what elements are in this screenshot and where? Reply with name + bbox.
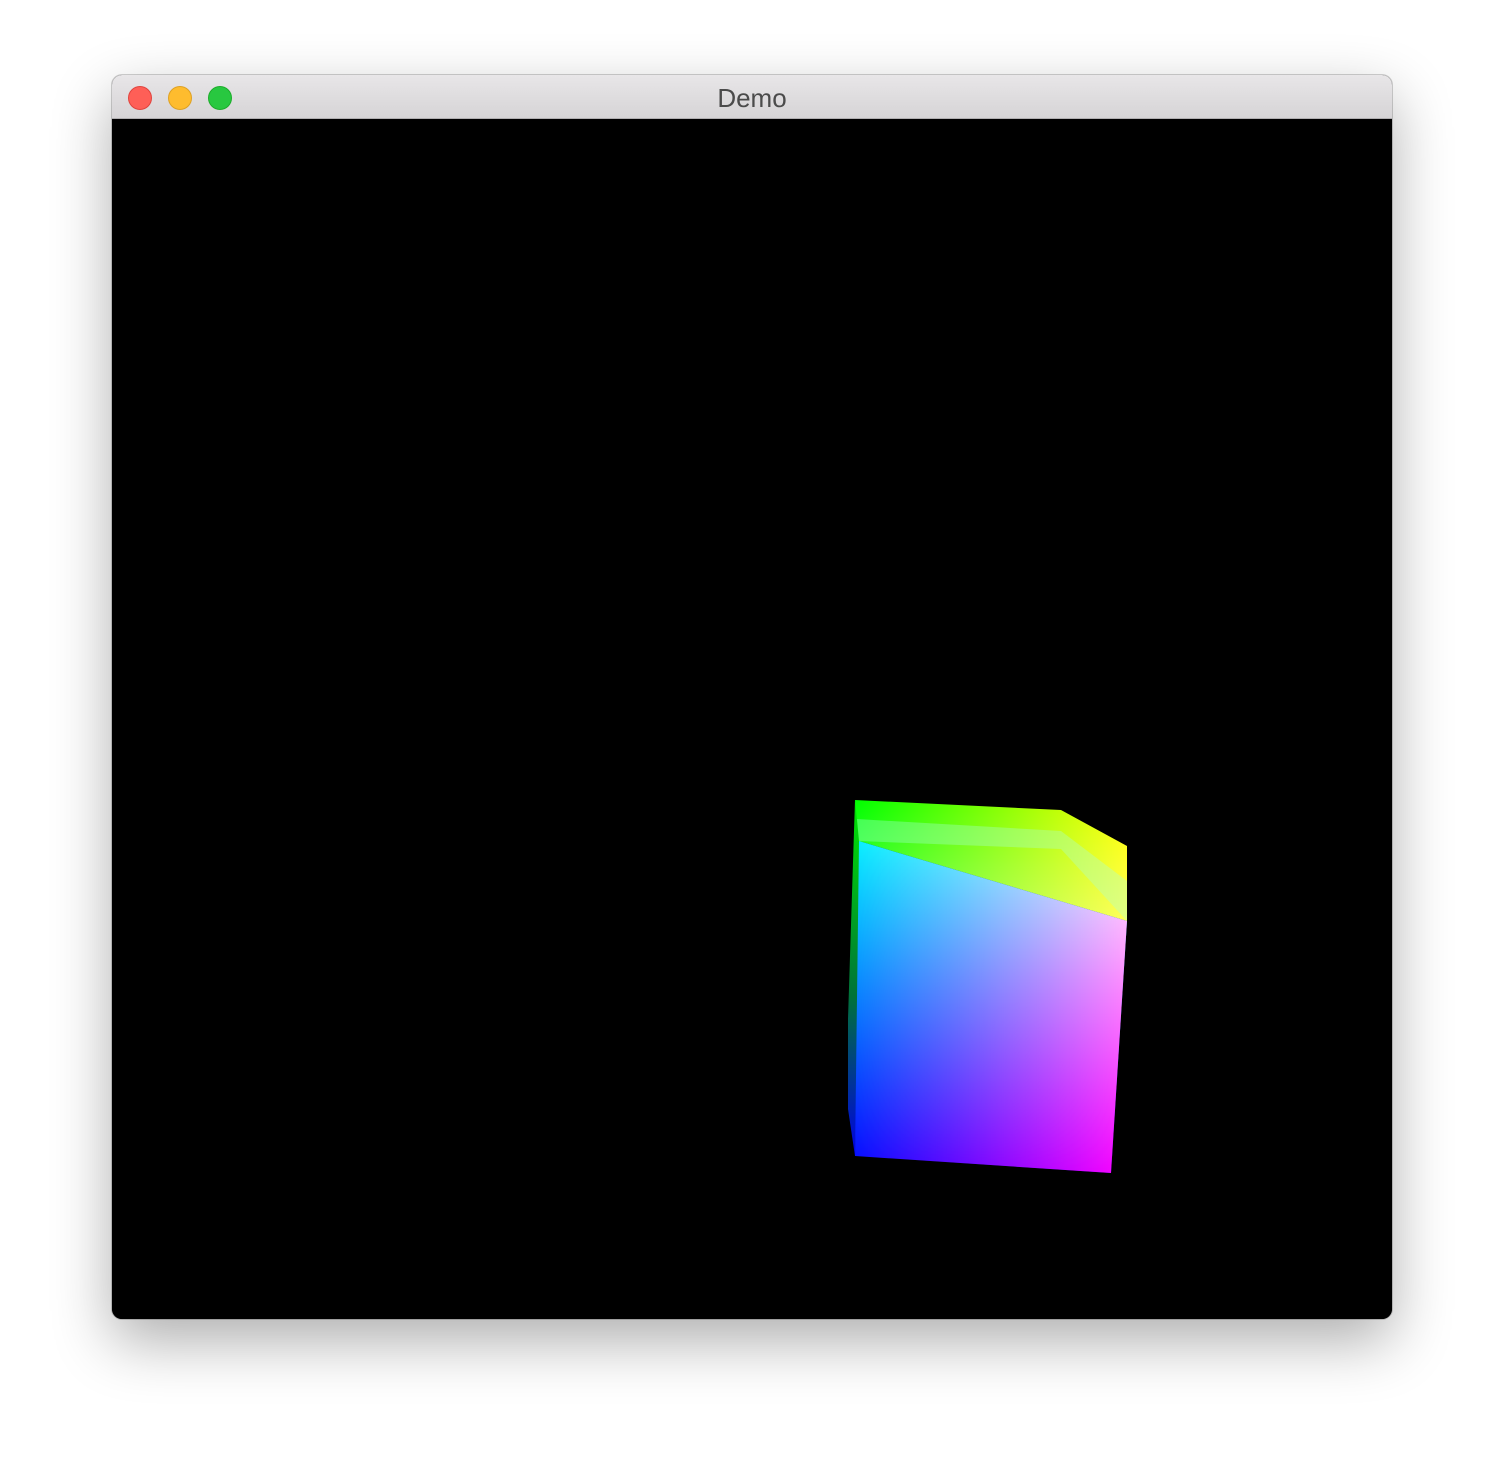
window-title: Demo xyxy=(717,83,787,113)
title-bar[interactable]: Demo xyxy=(112,75,1392,119)
app-window: Demo xyxy=(112,75,1392,1319)
render-viewport[interactable] xyxy=(112,119,1392,1319)
cube-scene xyxy=(848,800,1127,1173)
